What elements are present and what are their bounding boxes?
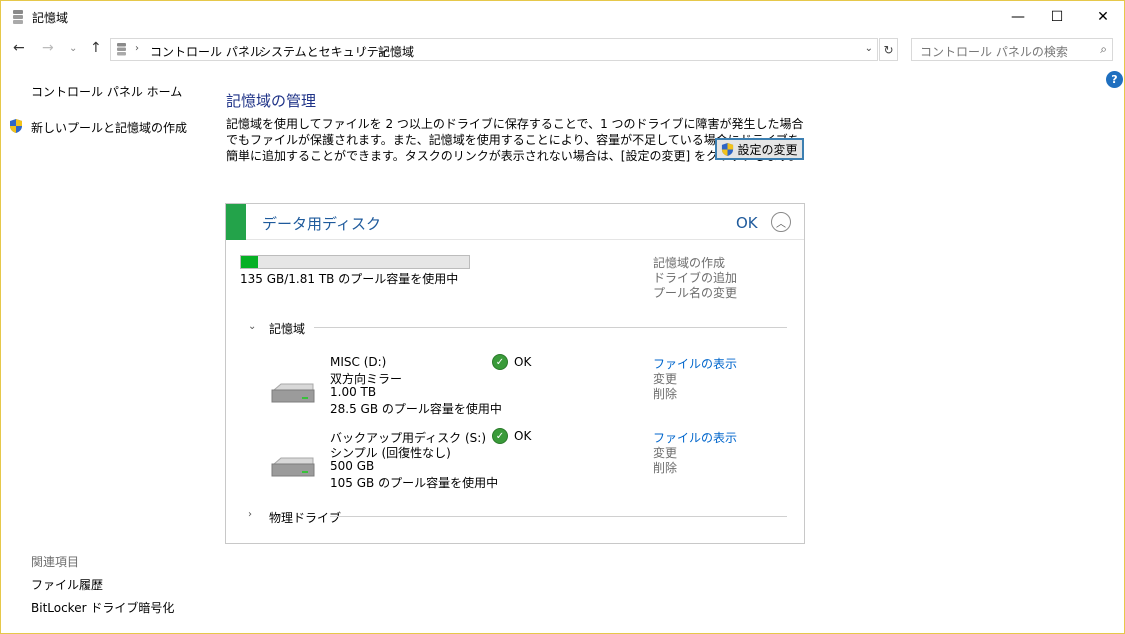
space-status: ✓ OK: [492, 354, 531, 370]
maximize-button[interactable]: ☐: [1034, 1, 1080, 33]
recent-locations-icon[interactable]: ⌄: [69, 43, 77, 54]
drive-icon: [271, 383, 315, 403]
help-icon[interactable]: ?: [1106, 71, 1123, 88]
rename-pool-link[interactable]: プール名の変更: [653, 284, 737, 301]
space-capacity: 500 GB: [330, 459, 375, 473]
address-dropdown-icon[interactable]: ⌄: [865, 43, 873, 54]
back-arrow-icon[interactable]: ←: [13, 40, 25, 56]
chevron-right-icon[interactable]: ›: [248, 509, 252, 520]
address-bar[interactable]: › コントロール パネル › システムとセキュリティ › 記憶域 ⌄: [110, 38, 878, 61]
storage-spaces-icon: [117, 43, 126, 56]
delete-space-link[interactable]: 削除: [653, 385, 677, 402]
related-items-header: 関連項目: [31, 555, 80, 569]
up-arrow-icon[interactable]: ↑: [90, 40, 102, 56]
refresh-icon[interactable]: ↻: [879, 38, 898, 61]
pool-usage-fill: [241, 256, 258, 268]
space-name: MISC (D:): [330, 355, 387, 369]
space-status-text: OK: [514, 429, 532, 443]
search-box[interactable]: コントロール パネルの検索 ⌕: [911, 38, 1113, 61]
breadcrumb-separator-icon[interactable]: ›: [245, 43, 249, 54]
search-input[interactable]: コントロール パネルの検索: [920, 43, 1068, 60]
delete-space-link[interactable]: 削除: [653, 459, 677, 476]
uac-shield-icon: [722, 142, 734, 156]
uac-shield-icon: [10, 119, 22, 133]
create-pool-link[interactable]: 新しいプールと記憶域の作成: [31, 119, 187, 136]
space-status-text: OK: [514, 355, 532, 369]
breadcrumb-storage-spaces[interactable]: 記憶域: [378, 43, 414, 60]
control-panel-home-link[interactable]: コントロール パネル ホーム: [31, 83, 182, 100]
title-bar: 記憶域 — ☐ ✕: [1, 1, 1124, 33]
file-history-link[interactable]: ファイル履歴: [31, 576, 103, 593]
check-ok-icon: ✓: [492, 428, 508, 444]
storage-spaces-icon: [13, 10, 23, 24]
section-divider: [314, 327, 787, 328]
pool-usage-text: 135 GB/1.81 TB のプール容量を使用中: [240, 272, 459, 286]
forward-arrow-icon[interactable]: →: [42, 40, 54, 56]
description-line: 記憶域を使用してファイルを 2 つ以上のドライブに保存することで、1 つのドライ…: [226, 117, 804, 131]
storage-spaces-window: 記憶域 — ☐ ✕ ← → ⌄ ↑ › コントロール パネル › システムとセキ…: [0, 0, 1125, 634]
collapse-chevron-up-icon[interactable]: ︿: [771, 212, 791, 232]
change-settings-button[interactable]: 設定の変更: [715, 138, 804, 160]
physical-drives-section-label[interactable]: 物理ドライブ: [269, 509, 341, 526]
space-capacity: 1.00 TB: [330, 385, 377, 399]
pool-usage-bar: [240, 255, 470, 269]
description-line: でもファイルが保護されます。また、記憶域を使用することにより、容量が不足している…: [226, 133, 800, 147]
storage-pool-panel: データ用ディスク OK ︿ 135 GB/1.81 TB のプール容量を使用中 …: [225, 203, 805, 544]
section-divider: [330, 516, 787, 517]
breadcrumb-separator-icon[interactable]: ›: [363, 43, 367, 54]
space-usage: 105 GB のプール容量を使用中: [330, 476, 499, 490]
drive-icon: [271, 457, 315, 477]
check-ok-icon: ✓: [492, 354, 508, 370]
window-title: 記憶域: [32, 11, 69, 25]
pool-name: データ用ディスク: [262, 215, 381, 233]
space-usage: 28.5 GB のプール容量を使用中: [330, 402, 502, 416]
pool-status-bar: [226, 204, 246, 240]
breadcrumb-separator-icon[interactable]: ›: [135, 43, 139, 54]
breadcrumb-system-security[interactable]: システムとセキュリティ: [259, 43, 390, 60]
bitlocker-link[interactable]: BitLocker ドライブ暗号化: [31, 599, 174, 616]
search-icon[interactable]: ⌕: [1100, 42, 1107, 57]
chevron-down-icon[interactable]: ⌄: [248, 321, 256, 332]
space-status: ✓ OK: [492, 428, 531, 444]
page-title: 記憶域の管理: [226, 92, 317, 110]
change-settings-label: 設定の変更: [737, 142, 798, 157]
close-button[interactable]: ✕: [1080, 1, 1125, 33]
pool-header: データ用ディスク OK ︿: [226, 204, 804, 240]
pool-status: OK: [736, 214, 758, 232]
spaces-section-label[interactable]: 記憶域: [269, 320, 305, 337]
